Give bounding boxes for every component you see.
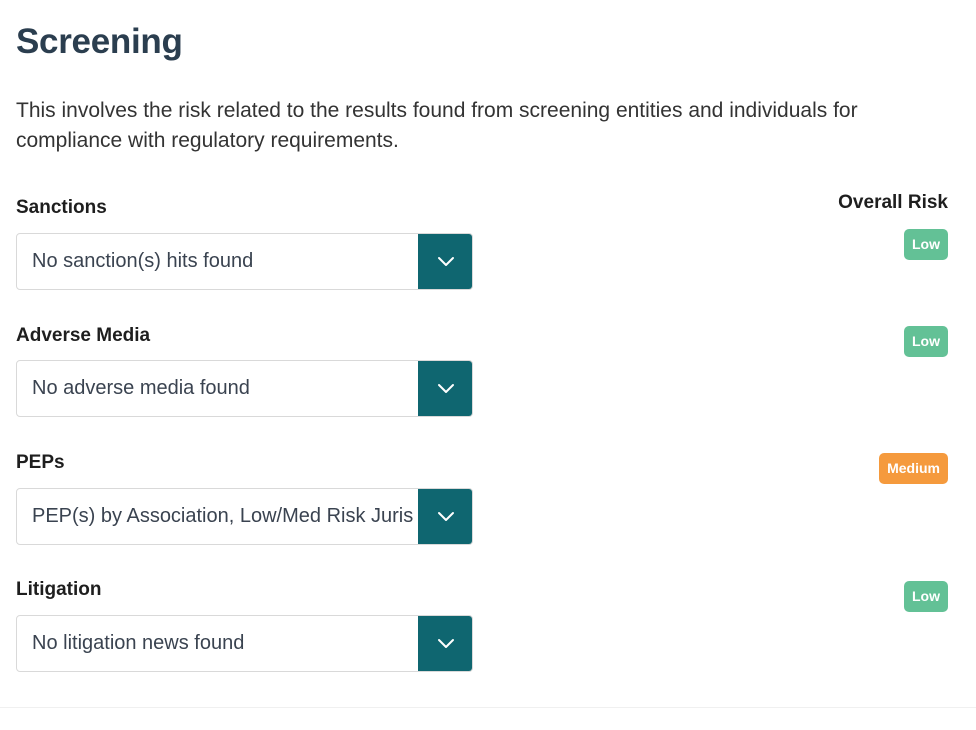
peps-dropdown-button[interactable] bbox=[418, 489, 472, 544]
peps-label: PEPs bbox=[16, 452, 65, 473]
chevron-down-icon bbox=[437, 257, 454, 266]
sanctions-select-value: No sanction(s) hits found bbox=[32, 250, 254, 272]
litigation-dropdown-button[interactable] bbox=[418, 616, 472, 671]
peps-select-value: PEP(s) by Association, Low/Med Risk Juri… bbox=[32, 505, 414, 527]
divider bbox=[0, 707, 976, 708]
page-description: This involves the risk related to the re… bbox=[16, 99, 858, 152]
sanctions-label: Sanctions bbox=[16, 197, 107, 218]
overall-risk-heading: Overall Risk bbox=[838, 192, 948, 213]
litigation-select[interactable]: No litigation news found bbox=[16, 615, 473, 672]
page-title: Screening bbox=[16, 22, 183, 61]
adverse-media-label: Adverse Media bbox=[16, 325, 151, 346]
sanctions-risk-badge: Low bbox=[904, 229, 948, 260]
peps-risk-badge: Medium bbox=[879, 453, 948, 484]
adverse-media-select-value: No adverse media found bbox=[32, 377, 250, 399]
litigation-risk-badge: Low bbox=[904, 581, 948, 612]
adverse-media-select[interactable]: No adverse media found bbox=[16, 360, 473, 417]
sanctions-dropdown-button[interactable] bbox=[418, 234, 472, 289]
adverse-media-dropdown-button[interactable] bbox=[418, 361, 472, 416]
chevron-down-icon bbox=[437, 384, 454, 393]
litigation-select-value: No litigation news found bbox=[32, 632, 245, 654]
chevron-down-icon bbox=[437, 639, 454, 648]
chevron-down-icon bbox=[437, 512, 454, 521]
peps-select[interactable]: PEP(s) by Association, Low/Med Risk Juri… bbox=[16, 488, 473, 545]
adverse-media-risk-badge: Low bbox=[904, 326, 948, 357]
litigation-label: Litigation bbox=[16, 579, 102, 600]
sanctions-select[interactable]: No sanction(s) hits found bbox=[16, 233, 473, 290]
